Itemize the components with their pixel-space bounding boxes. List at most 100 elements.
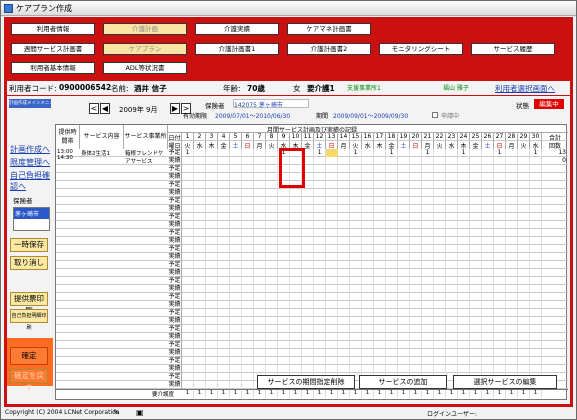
day-slot[interactable] [302, 357, 314, 365]
apply-checkbox[interactable] [432, 112, 438, 118]
day-slot[interactable]: 1 [422, 149, 434, 157]
day-slot[interactable] [206, 205, 218, 213]
table-row[interactable]: 予定 [56, 165, 568, 173]
nav-service-history[interactable]: サービス履歴 [471, 43, 555, 55]
day-slot[interactable] [482, 349, 494, 357]
day-slot[interactable] [458, 341, 470, 349]
day-slot[interactable] [470, 221, 482, 229]
day-slot[interactable] [374, 245, 386, 253]
day-slot[interactable] [266, 365, 278, 373]
day-slot[interactable] [410, 253, 422, 261]
day-slot[interactable] [314, 229, 326, 237]
day-slot[interactable] [422, 277, 434, 285]
day-slot[interactable] [218, 365, 230, 373]
day-slot[interactable] [482, 205, 494, 213]
day-slot[interactable] [482, 189, 494, 197]
day-slot[interactable] [254, 261, 266, 269]
day-slot[interactable] [338, 365, 350, 373]
day-slot[interactable]: 1 [530, 149, 542, 157]
day-slot[interactable] [482, 149, 494, 157]
day-slot[interactable] [506, 341, 518, 349]
day-slot[interactable] [230, 165, 242, 173]
day-slot[interactable] [482, 173, 494, 181]
day-slot[interactable] [350, 165, 362, 173]
day-slot[interactable] [290, 309, 302, 317]
day-slot[interactable] [494, 349, 506, 357]
day-slot[interactable] [434, 173, 446, 181]
day-slot[interactable] [242, 221, 254, 229]
confirm-button[interactable]: 確定 [10, 347, 48, 365]
day-slot[interactable] [422, 333, 434, 341]
day-slot[interactable] [530, 229, 542, 237]
day-slot[interactable] [218, 245, 230, 253]
day-slot[interactable] [374, 261, 386, 269]
day-slot[interactable] [434, 245, 446, 253]
table-row[interactable]: 予定 [56, 213, 568, 221]
day-slot[interactable] [338, 221, 350, 229]
day-slot[interactable]: 1 [350, 149, 362, 157]
day-slot[interactable] [530, 205, 542, 213]
day-slot[interactable] [422, 317, 434, 325]
day-slot[interactable] [470, 229, 482, 237]
day-slot[interactable] [254, 325, 266, 333]
day-slot[interactable] [206, 349, 218, 357]
day-slot[interactable] [326, 285, 338, 293]
day-slot[interactable] [434, 165, 446, 173]
day-slot[interactable] [410, 221, 422, 229]
day-slot[interactable] [398, 309, 410, 317]
nav-monitoring[interactable]: モニタリングシート [379, 43, 463, 55]
day-slot[interactable] [446, 333, 458, 341]
day-slot[interactable] [458, 261, 470, 269]
day-slot[interactable] [230, 245, 242, 253]
day-slot[interactable] [278, 325, 290, 333]
day-slot[interactable] [422, 221, 434, 229]
prev-arrow-icon[interactable]: ◀ [100, 103, 110, 114]
day-slot[interactable] [374, 149, 386, 157]
day-slot[interactable] [410, 165, 422, 173]
day-slot[interactable] [278, 269, 290, 277]
day-slot[interactable] [242, 181, 254, 189]
day-slot[interactable] [182, 349, 194, 357]
day-slot[interactable] [458, 221, 470, 229]
day-slot[interactable] [482, 253, 494, 261]
day-slot[interactable] [422, 309, 434, 317]
day-slot[interactable] [518, 213, 530, 221]
day-slot[interactable] [194, 157, 206, 165]
day-slot[interactable]: 1 [182, 149, 194, 157]
day-slot[interactable] [350, 213, 362, 221]
day-slot[interactable] [182, 229, 194, 237]
day-slot[interactable] [326, 341, 338, 349]
day-slot[interactable] [350, 349, 362, 357]
day-slot[interactable] [482, 157, 494, 165]
day-slot[interactable] [518, 349, 530, 357]
day-slot[interactable] [206, 261, 218, 269]
day-slot[interactable] [506, 365, 518, 373]
day-slot[interactable] [362, 365, 374, 373]
day-slot[interactable] [350, 197, 362, 205]
day-slot[interactable] [254, 269, 266, 277]
day-slot[interactable] [266, 229, 278, 237]
day-slot[interactable] [518, 309, 530, 317]
day-slot[interactable] [266, 269, 278, 277]
day-slot[interactable] [494, 269, 506, 277]
day-slot[interactable] [218, 157, 230, 165]
day-slot[interactable] [494, 229, 506, 237]
day-slot[interactable] [494, 365, 506, 373]
day-slot[interactable] [494, 237, 506, 245]
day-slot[interactable] [374, 205, 386, 213]
day-slot[interactable] [374, 293, 386, 301]
table-row[interactable]: 実績 [56, 221, 568, 229]
day-slot[interactable] [254, 181, 266, 189]
day-slot[interactable] [290, 341, 302, 349]
day-slot[interactable] [218, 269, 230, 277]
day-slot[interactable] [254, 245, 266, 253]
day-slot[interactable] [266, 333, 278, 341]
day-slot[interactable] [242, 197, 254, 205]
day-slot[interactable] [458, 357, 470, 365]
day-slot[interactable] [266, 165, 278, 173]
day-slot[interactable] [530, 365, 542, 373]
day-slot[interactable] [386, 301, 398, 309]
day-slot[interactable] [446, 181, 458, 189]
day-slot[interactable] [206, 373, 218, 381]
day-slot[interactable] [398, 221, 410, 229]
